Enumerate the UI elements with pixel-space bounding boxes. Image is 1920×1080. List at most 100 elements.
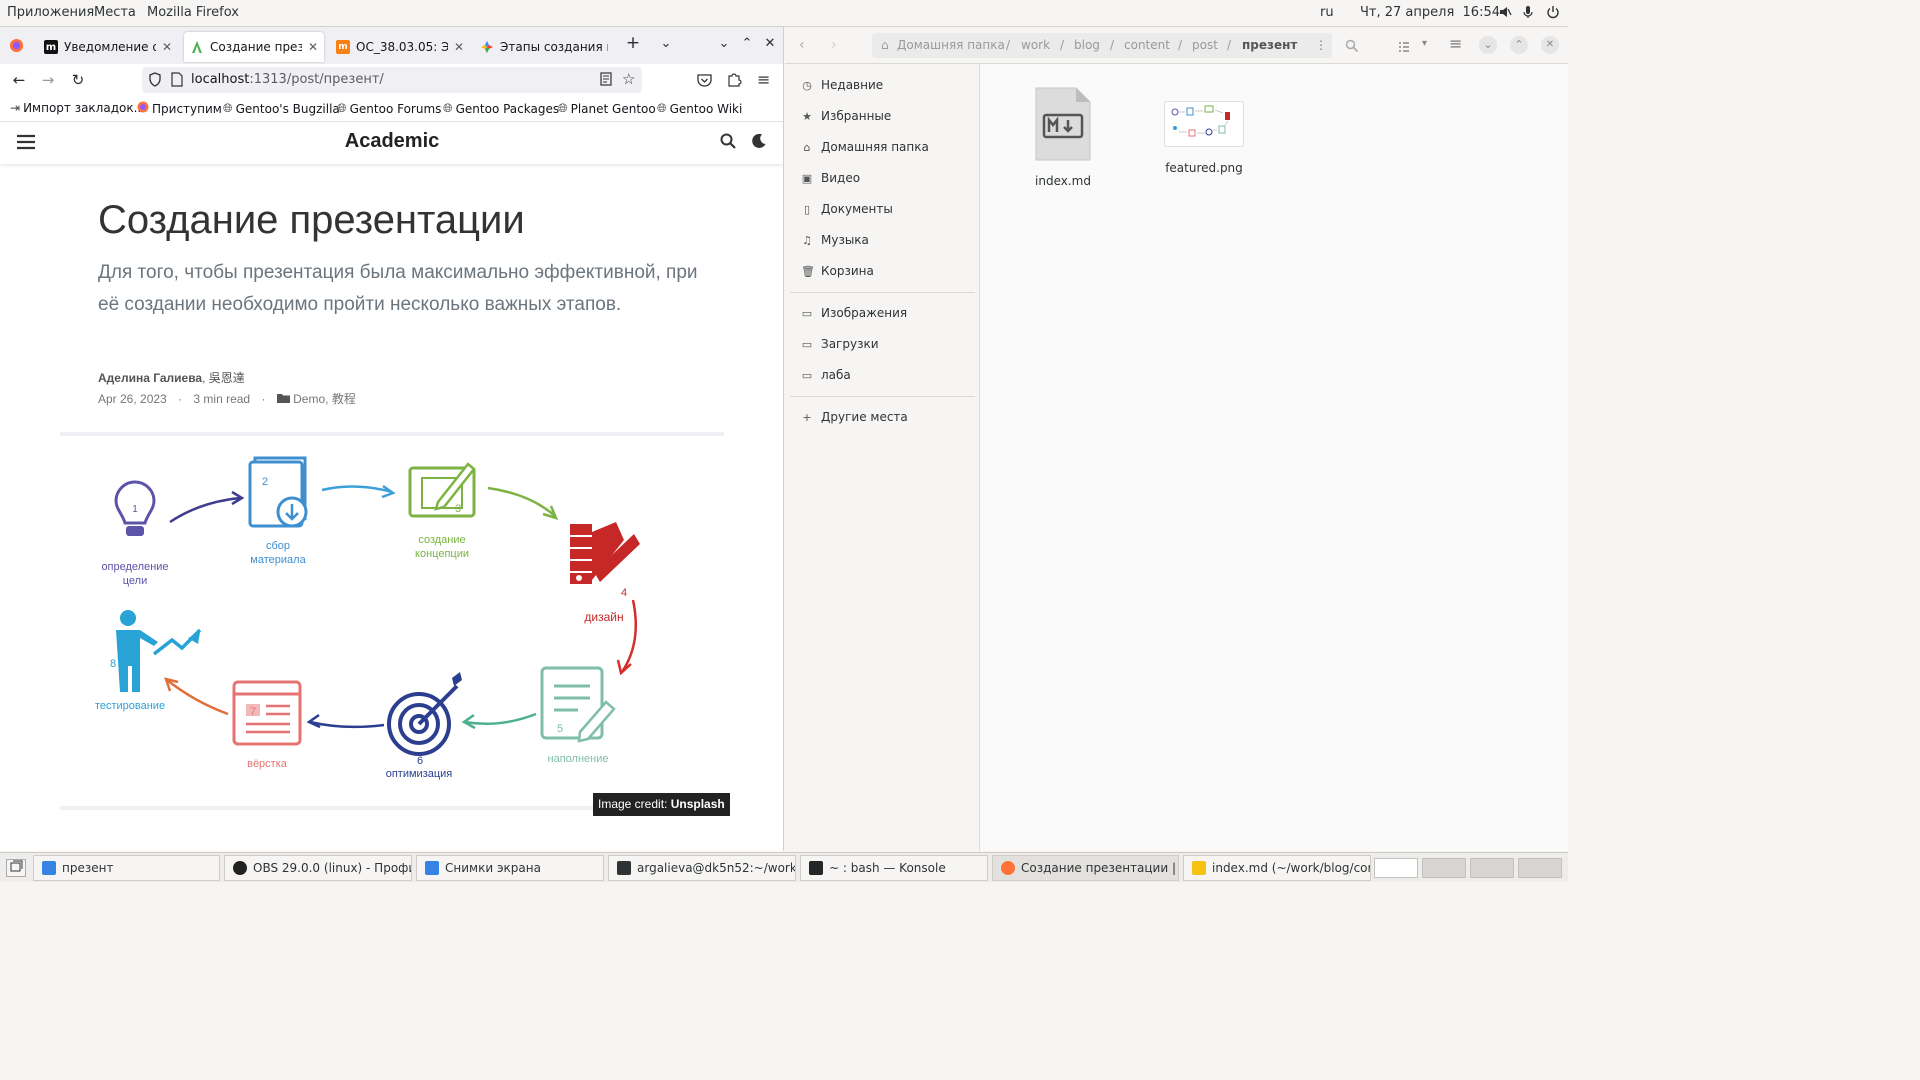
task-files[interactable]: презент [33,855,220,881]
back-arrow-icon[interactable]: ← [9,70,29,90]
task-konsole[interactable]: ~ : bash — Konsole [800,855,988,881]
workspace-4[interactable] [1518,858,1562,878]
microphone-icon[interactable] [1522,5,1534,23]
workspace-3[interactable] [1470,858,1514,878]
tab-stages[interactable]: Этапы создания пр [474,32,614,62]
show-desktop-icon[interactable] [6,859,26,877]
sidebar-item-pictures[interactable]: ▭ Изображения [801,306,907,320]
file-index-md[interactable]: index.md [1024,87,1102,188]
sidebar-item-downloads[interactable]: ▭ Загрузки [801,337,879,351]
task-firefox[interactable]: Создание презентации | A... [992,855,1179,881]
new-tab-button[interactable]: + [623,33,643,53]
bookmark-import[interactable]: ⇥ Импорт закладок... [10,101,145,115]
file-manager-headerbar: ‹ › ⌂ Домашняя папка / work / blog / con… [785,27,1568,64]
crumb-post[interactable]: post [1192,38,1218,52]
sidebar-item-starred[interactable]: ★ Избранные [801,109,891,123]
list-tabs-icon[interactable]: ⌄ [656,36,676,51]
web-page-icon [232,680,302,746]
site-title[interactable]: Academic [0,130,783,153]
image-thumbnail [1164,101,1244,147]
bookmark-forums[interactable]: 🌐︎ Gentoo Forums [337,101,441,116]
search-icon[interactable] [720,133,736,153]
menu-icon[interactable]: ≡ [1449,34,1462,53]
workspace-2[interactable] [1422,858,1466,878]
close-tab-icon[interactable]: ✕ [308,40,318,54]
workspace-1[interactable] [1374,858,1418,878]
tab-os-course[interactable]: m ОС_38.03.05: Этап ✕ [330,32,470,62]
applications-menu[interactable]: Приложения [7,5,94,20]
crumb-content[interactable]: content [1124,38,1170,52]
mute-icon[interactable] [1498,5,1512,23]
tab-presentation[interactable]: Создание презент ✕ [184,32,324,62]
hamburger-menu-icon[interactable]: ≡ [757,70,770,89]
task-editor[interactable]: index.md (~/work/blog/cont... [1183,855,1371,881]
back-chevron-icon[interactable]: ‹ [799,37,805,53]
keyboard-layout-indicator[interactable]: ru [1320,5,1334,20]
maximize-chevron-icon[interactable]: ⌃ [737,36,757,51]
author-link[interactable]: Аделина Галиева [98,371,202,385]
close-icon[interactable]: ✕ [1541,36,1559,54]
sidebar-item-documents[interactable]: ▯ Документы [801,202,893,216]
search-icon[interactable] [1345,38,1359,57]
forward-chevron-icon[interactable]: › [831,37,837,53]
clock[interactable]: Чт, 27 апреля 16:54 [1360,5,1500,20]
forward-arrow-icon[interactable]: → [38,70,58,90]
bookmark-label: Импорт закладок... [23,101,146,115]
sidebar-item-music[interactable]: ♫ Музыка [801,233,869,247]
crumb-current[interactable]: презент [1242,38,1297,52]
crumb-home[interactable]: Домашняя папка [897,38,1005,52]
firefox-menu-icon[interactable] [9,38,24,57]
sidebar-item-videos[interactable]: ▣ Видео [801,171,860,185]
maximize-icon[interactable]: ⌃ [1510,36,1528,54]
reading-time: 3 min read [193,392,251,406]
pocket-icon[interactable] [697,72,712,91]
task-terminal[interactable]: argalieva@dk5n52:~/work/bl... [608,855,796,881]
url-text[interactable]: localhost:1313/post/презент/ [191,72,384,87]
article-categories[interactable]: Demo, 教程 [293,392,356,406]
sidebar-item-trash[interactable]: 🗑︎ Корзина [801,264,874,278]
minimize-icon[interactable]: ⌄ [1479,36,1497,54]
author-coauthor[interactable]: , 吳恩達 [202,371,245,385]
power-icon[interactable] [1546,5,1560,23]
sidebar-item-other-locations[interactable]: + Другие места [801,410,907,424]
close-window-icon[interactable]: ✕ [760,36,780,51]
sidebar-item-home[interactable]: ⌂ Домашняя папка [801,140,929,154]
sidebar-label: Домашняя папка [821,140,929,154]
url-path: :1313/post/презент/ [249,72,384,87]
moon-icon[interactable] [751,133,767,153]
task-screenshots[interactable]: Снимки экрана [416,855,604,881]
bookmark-wiki[interactable]: 🌐︎ Gentoo Wiki [657,101,742,116]
active-app-menu[interactable]: Mozilla Firefox [147,5,239,20]
article-date: Apr 26, 2023 [98,392,167,406]
bookmark-bugzilla[interactable]: 🌐︎ Gentoo's Bugzilla [223,101,340,116]
kebab-menu-icon[interactable]: ⋮ [1315,38,1327,52]
view-dropdown-icon[interactable]: ▾ [1422,38,1427,49]
bookmark-packages[interactable]: 🌐︎ Gentoo Packages [443,101,559,116]
navigation-toolbar: ← → ↻ localhost:1313/post/презент/ ☆ ≡ [0,64,783,96]
step-label-1a: определение [101,561,168,573]
reload-icon[interactable]: ↻ [68,70,88,90]
close-tab-icon[interactable]: ✕ [162,40,172,54]
bookmark-star-icon[interactable]: ☆ [622,70,635,88]
sidebar-label: Изображения [821,306,908,320]
bookmark-getting-started[interactable]: Приступим [137,101,222,116]
page-icon[interactable] [171,72,183,91]
sidebar-item-recent[interactable]: ◷ Недавние [801,78,883,92]
tab-notification[interactable]: m Уведомление о ко ✕ [38,32,178,62]
credit-link[interactable]: Unsplash [671,797,725,811]
close-tab-icon[interactable]: ✕ [454,40,464,54]
bookmark-label: Приступим [152,101,222,116]
minimize-chevron-icon[interactable]: ⌄ [714,36,734,51]
extensions-icon[interactable] [727,71,742,91]
shield-icon[interactable] [148,72,162,91]
places-menu[interactable]: Места [94,5,136,20]
crumb-blog[interactable]: blog [1074,38,1100,52]
file-featured-png[interactable]: featured.png [1159,87,1249,175]
view-options-icon[interactable] [1398,38,1410,57]
bookmark-planet[interactable]: 🌐︎ Planet Gentoo [558,101,656,116]
url-bar[interactable]: localhost:1313/post/презент/ ☆ [142,67,642,93]
crumb-work[interactable]: work [1021,38,1050,52]
reader-view-icon[interactable] [600,72,612,90]
sidebar-item-laba[interactable]: ▭ лаба [801,368,851,382]
task-obs[interactable]: OBS 29.0.0 (linux) - Профил... [224,855,412,881]
